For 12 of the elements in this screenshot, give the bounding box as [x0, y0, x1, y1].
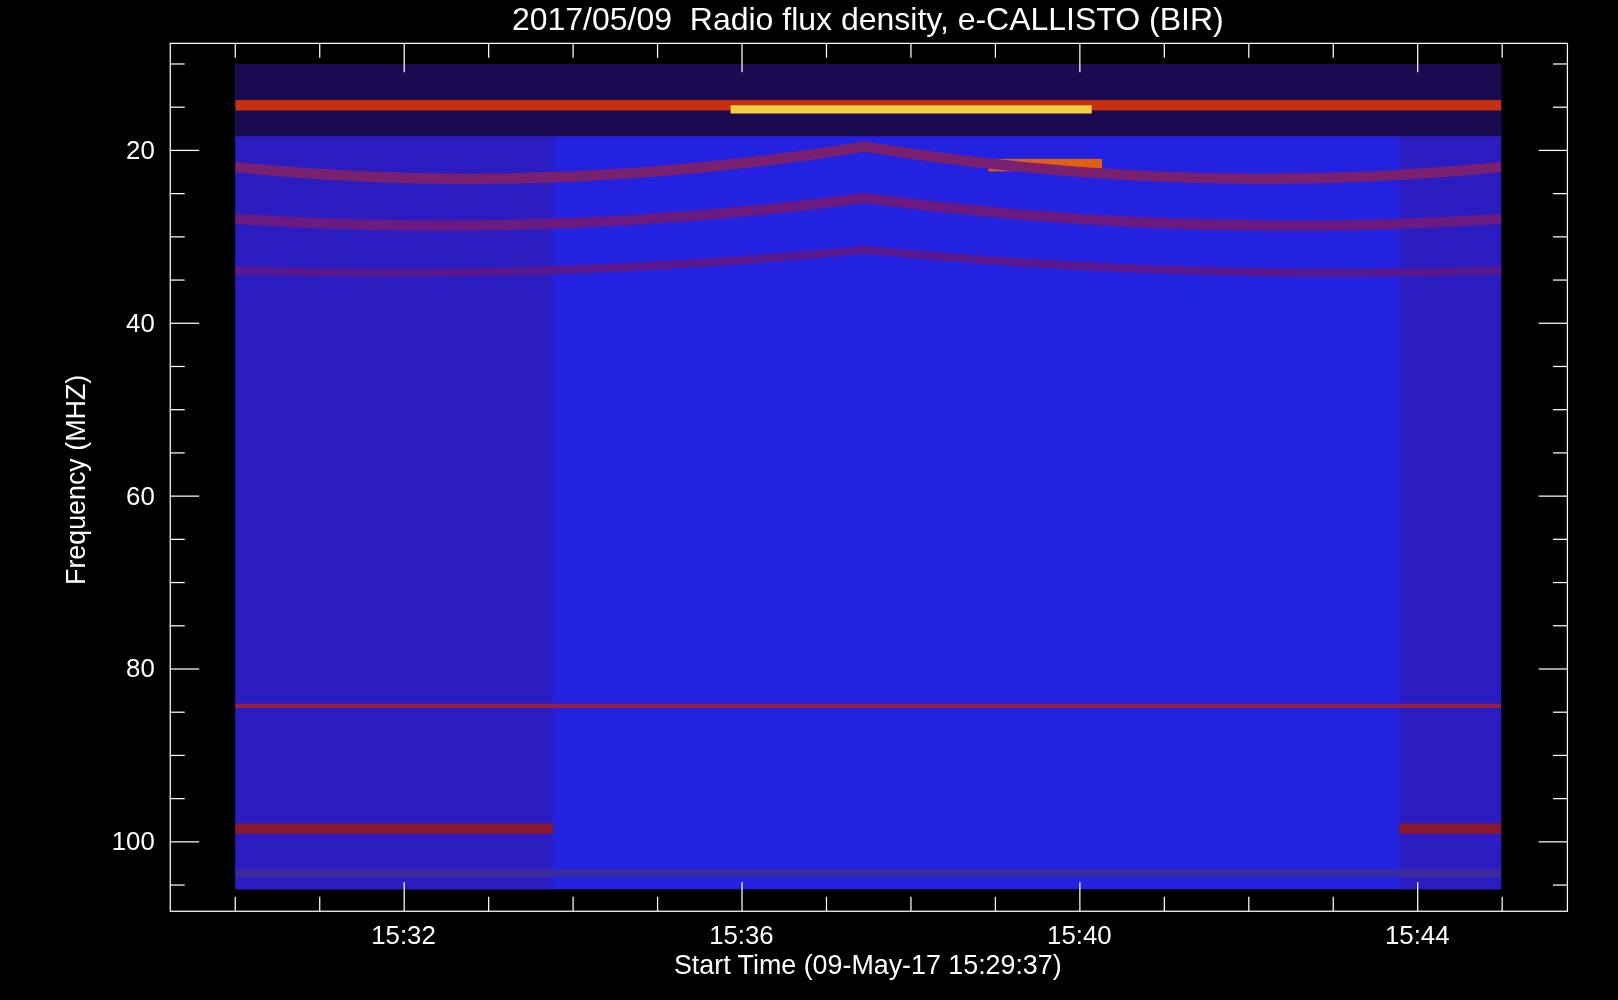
axis-title: Start Time (09-May-17 15:29:37)	[674, 950, 1062, 981]
tick-label: 15:36	[709, 921, 774, 950]
tick-label: 100	[111, 827, 155, 856]
tick-label: 20	[126, 135, 155, 164]
tick-label: 80	[126, 654, 155, 683]
chart-title: 2017/05/09 Radio flux density, e-CALLISTO (BIR)	[512, 0, 1224, 37]
tick-label: 15:40	[1047, 921, 1112, 950]
tick-label: 15:32	[371, 921, 436, 950]
tick-label: 40	[126, 308, 155, 337]
axis-title: Frequency (MHZ)	[60, 374, 91, 585]
tick-label: 60	[126, 481, 155, 510]
tick-label: 15:44	[1385, 921, 1450, 950]
